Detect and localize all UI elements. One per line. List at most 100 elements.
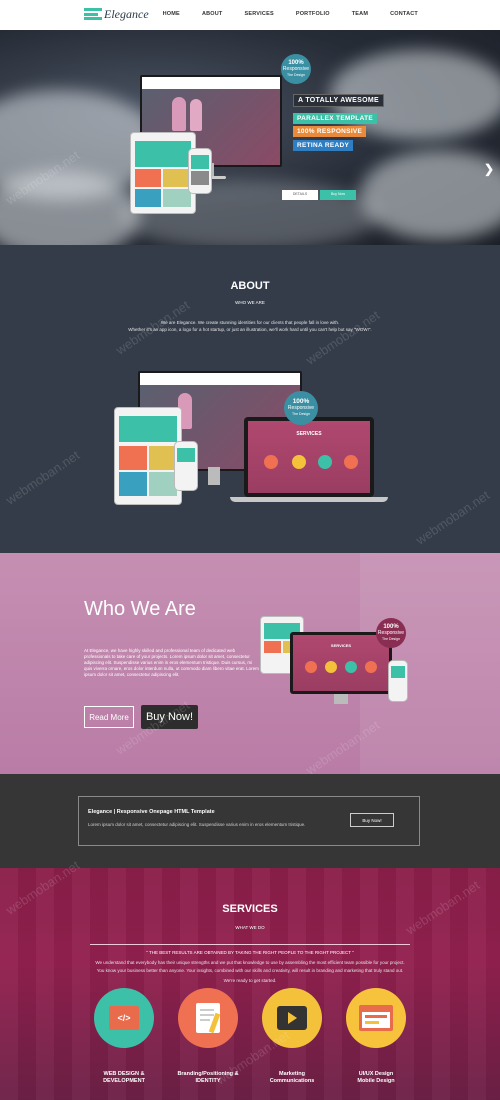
about-laptop-mockup: SERVICES — [244, 417, 374, 497]
tablet-mockup — [130, 132, 196, 214]
about-subtitle: WHO WE ARE — [235, 300, 265, 305]
mock-tile — [163, 189, 191, 207]
who-responsive-badge: 100% Responsive The Design — [376, 618, 406, 648]
mini-service-icon — [345, 661, 357, 673]
browser-window-icon — [359, 1005, 393, 1031]
callout-buy-button[interactable]: Buy Now! — [350, 813, 394, 827]
service-label-line: WEB DESIGN & — [103, 1071, 145, 1077]
services-line-3: We're ready to get started. — [223, 978, 277, 983]
about-section: ABOUT WHO WE ARE We are Elegance. We cre… — [0, 245, 500, 553]
service-web-design-label: WEB DESIGN & DEVELOPMENT — [84, 1071, 164, 1085]
logo[interactable]: Elegance — [84, 6, 149, 22]
code-icon: </> — [109, 1006, 139, 1030]
services-line-2: You know your business better than anyon… — [96, 968, 404, 973]
mock-tile — [119, 472, 147, 496]
mock-tile — [149, 446, 177, 470]
logo-mark-icon — [84, 8, 102, 20]
mock-navbar — [142, 77, 280, 89]
service-ui-ux-label: UI/UX Design Mobile Design — [336, 1071, 416, 1085]
chevron-right-icon[interactable]: ❯ — [484, 162, 494, 176]
menu-item-about[interactable]: ABOUT — [202, 11, 223, 17]
callout-title: Elegance | Responsive Onepage HTML Templ… — [88, 809, 215, 815]
about-responsive-badge: 100% Responsive The Design — [284, 391, 318, 425]
laptop-screen: SERVICES — [248, 421, 370, 493]
service-branding[interactable] — [178, 988, 238, 1048]
monitor-stand — [334, 694, 348, 704]
mock-phone-image — [191, 171, 209, 185]
about-tablet-mockup — [114, 407, 182, 505]
mini-service-icon — [365, 661, 377, 673]
mock-tile — [119, 446, 147, 470]
service-label-line: DEVELOPMENT — [103, 1078, 145, 1084]
about-text-1: We are Elegance. We create stunning iden… — [160, 320, 340, 325]
service-label-line: Communications — [269, 1078, 315, 1084]
read-more-button[interactable]: Read More — [84, 706, 134, 728]
mini-service-icon — [292, 455, 306, 469]
mock-tile — [135, 169, 161, 187]
hero-details-button[interactable]: DETAILS — [282, 190, 318, 200]
service-label-line: Marketing — [279, 1071, 305, 1077]
menu-item-team[interactable]: TEAM — [352, 11, 368, 17]
services-line-1: We understand that everybody has their u… — [95, 960, 405, 965]
mock-navbar — [140, 373, 300, 385]
laptop-base — [230, 497, 388, 502]
badge-sub: The Design — [292, 412, 310, 416]
service-ui-ux[interactable] — [346, 988, 406, 1048]
monitor-stand — [208, 467, 220, 485]
cloud-decoration — [360, 150, 500, 240]
hero-tag-awesome: A TOTALLY AWESOME — [293, 94, 384, 107]
hero-buy-button[interactable]: Buy Now — [320, 190, 356, 200]
top-navbar: Elegance HOME ABOUT SERVICES PORTFOLIO T… — [0, 0, 500, 30]
who-we-are-text: At Elegance, we have highly skilled and … — [84, 648, 259, 677]
menu-item-home[interactable]: HOME — [163, 11, 180, 17]
who-phone-mockup — [388, 660, 408, 702]
responsive-badge: 100% Responsive The Design — [281, 54, 311, 84]
who-monitor-screen: SERVICES — [293, 635, 389, 691]
service-label-line: Mobile Design — [357, 1078, 395, 1084]
services-quote: " THE BEST RESULTS ARE OBTAINED BY TAKIN… — [146, 950, 354, 955]
about-phone-mockup — [174, 441, 198, 491]
mock-figure — [172, 97, 186, 131]
phone-mockup — [188, 148, 212, 194]
badge-sub: The Design — [382, 637, 400, 641]
laptop-screen-title: SERVICES — [296, 431, 322, 437]
main-menu: HOME ABOUT SERVICES PORTFOLIO TEAM CONTA… — [141, 11, 418, 17]
play-icon — [277, 1006, 307, 1030]
mini-service-icon — [318, 455, 332, 469]
about-title: ABOUT — [230, 280, 270, 292]
hero-tag-parallax: PARALLEX TEMPLATE — [293, 113, 377, 124]
mock-phone-banner — [191, 155, 209, 169]
mock-figure — [190, 99, 202, 131]
mock-tablet-banner — [135, 141, 191, 167]
who-monitor-mockup: SERVICES — [290, 632, 392, 694]
service-marketing-label: Marketing Communications — [252, 1071, 332, 1085]
mock-phone-banner — [391, 666, 405, 678]
callout-text: Lorem ipsum dolor sit amet, consectetur … — [88, 822, 306, 827]
mock-tile — [149, 472, 177, 496]
hero-slider: 100% Responsive The Design A TOTALLY AWE… — [0, 30, 500, 245]
divider — [90, 944, 410, 945]
mini-service-icon — [305, 661, 317, 673]
service-web-design[interactable]: </> — [94, 988, 154, 1048]
mini-service-icon — [344, 455, 358, 469]
badge-sub: The Design — [287, 73, 305, 77]
buy-now-button[interactable]: Buy Now! — [141, 705, 198, 729]
mock-phone-banner — [177, 448, 195, 462]
mini-service-icon — [325, 661, 337, 673]
who-we-are-title: Who We Are — [84, 598, 196, 620]
menu-item-services[interactable]: SERVICES — [245, 11, 274, 17]
who-screen-title: SERVICES — [330, 643, 352, 648]
document-pencil-icon — [196, 1003, 221, 1034]
service-marketing[interactable] — [262, 988, 322, 1048]
service-branding-label: Branding/Positioning & IDENTITY — [164, 1071, 252, 1085]
service-label-line: IDENTITY — [195, 1078, 221, 1084]
mock-tablet-banner — [119, 416, 177, 442]
hero-tag-retina: RETINA READY — [293, 140, 354, 151]
service-label-line: Branding/Positioning & — [177, 1071, 239, 1077]
slider-dots — [236, 235, 266, 245]
menu-item-portfolio[interactable]: PORTFOLIO — [296, 11, 330, 17]
mock-tile — [163, 169, 191, 187]
menu-item-contact[interactable]: CONTACT — [390, 11, 418, 17]
mock-tile — [264, 641, 281, 653]
mini-service-icon — [264, 455, 278, 469]
